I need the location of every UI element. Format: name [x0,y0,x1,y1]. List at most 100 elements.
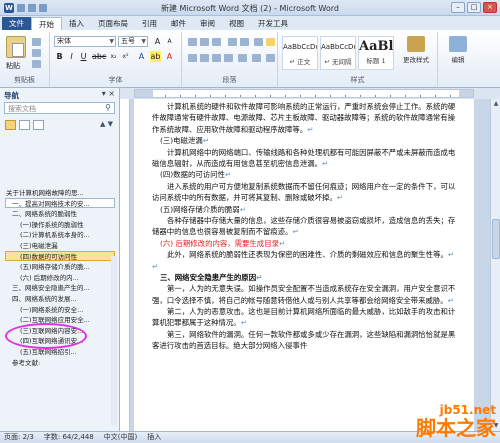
doc-paragraph[interactable]: 进入系统的用户可方便地复制系统数据而不留任何痕迹；网络用户在一定的条件下，可以访… [152,181,460,204]
doc-paragraph[interactable]: 此外，网络系统的脆弱性还表现为保密的困难性、介质的剩磁效应和信息的聚生性等。↵ [152,249,460,260]
change-styles-button[interactable]: 更改样式 [402,36,430,64]
nav-item[interactable]: 参考文献: [5,357,115,368]
doc-heading[interactable]: (四)数据的可访问性↵ [152,169,460,180]
scroll-up-icon[interactable]: ▲ [492,100,500,108]
tab-file[interactable]: 文件 [2,17,31,30]
doc-paragraph[interactable]: 第二，人为的恶意攻击。这也是目前计算机网络所面临的最大威胁，比如敌手的攻击和计算… [152,306,460,329]
shading-icon[interactable] [252,54,261,62]
align-center-icon[interactable] [200,54,209,62]
tab-view[interactable]: 视图 [222,17,251,30]
italic-button[interactable]: I [66,51,77,62]
editing-group: 编辑 [438,32,478,86]
tab-mailings[interactable]: 邮件 [164,17,193,30]
font-label: 字体 [108,76,123,84]
nav-item-selected[interactable]: (四)数据的可访问性 [5,250,115,262]
numbering-icon[interactable] [200,38,209,46]
cut-icon[interactable] [32,38,41,46]
increase-indent-icon[interactable] [240,38,249,46]
tab-review[interactable]: 审阅 [193,17,222,30]
bullets-icon[interactable] [188,38,197,46]
tab-developer[interactable]: 开发工具 [251,17,295,30]
editing-button[interactable]: 编辑 [444,36,472,64]
nav-title: 导航 ▾ × [0,88,119,100]
sort-icon[interactable] [254,38,263,46]
document-scrollbar[interactable]: ▲ ▼ [490,99,500,431]
doc-heading-new[interactable]: (六) 后期修改的内容，需要生成目录↵ [152,238,460,249]
nav-item[interactable]: 三、网络安全隐患产生的... [5,282,115,293]
headings-view-icon[interactable] [5,120,16,130]
doc-paragraph[interactable]: 第三，网络软件的漏洞。任何一款软件都或多或少存在漏洞，这些缺陷和漏洞恰恰就是黑客… [152,329,460,352]
strikethrough-button[interactable]: abc [92,51,106,62]
align-left-icon[interactable] [188,54,197,62]
doc-paragraph[interactable]: 第一，人为的无意失误。如操作员安全配置不当造成系统存在安全漏洞，用户安全意识不强… [152,283,460,306]
doc-heading[interactable]: (三)电磁泄漏↵ [152,135,460,146]
nav-item[interactable]: 四、网络系统的发展... [5,293,115,304]
nav-item[interactable]: (三)电磁泄漏 [5,240,115,251]
nav-item[interactable]: (二)计算机系统本身的... [5,229,115,240]
pages-view-icon[interactable] [19,120,30,130]
line-spacing-icon[interactable] [238,54,247,62]
nav-item[interactable]: 二、网络系统的脆弱性 [5,208,115,219]
doc-paragraph[interactable]: 计算机网络中的网络端口、传输线路和各种处理机都有可能因屏蔽不严或未屏蔽而造成电磁… [152,147,460,170]
copy-icon[interactable] [32,49,41,57]
nav-item[interactable]: 一、提高对网络技术的安... [5,197,115,209]
style-normal[interactable]: AaBbCcDd ↵ 正文 [282,36,318,70]
tab-home[interactable]: 开始 [31,17,62,30]
doc-paragraph[interactable]: 各种存储器中存储大量的信息，这些存储介质很容易被盗窃或损坏，造成信息的丢失；存储… [152,215,460,238]
tab-references[interactable]: 引用 [135,17,164,30]
subscript-button[interactable]: x₂ [108,51,119,62]
insert-mode[interactable]: 插入 [147,432,161,443]
grow-font-icon[interactable]: A [152,36,163,47]
close-button[interactable]: × [483,2,497,13]
horizontal-ruler[interactable] [134,89,474,98]
document-page[interactable]: 计算机系统的硬件和软件故障可影响系统的正常运行，严重时系统会停止工作。系统的硬件… [134,99,474,431]
nav-search-input[interactable]: 搜索文档 ⚲ [4,102,115,114]
minimize-button[interactable]: – [451,2,465,13]
doc-heading[interactable]: (五)网络存储介质的脆弱↵ [152,204,460,215]
shrink-font-icon[interactable]: A [164,36,175,47]
page-count[interactable]: 页面: 2/3 [4,432,34,443]
clipboard-group: 粘贴 剪贴板 [0,32,50,86]
nav-item[interactable]: (六) 后期修改的内... [5,272,115,283]
font-size-select[interactable]: 五号 ▼ [118,36,148,47]
word-count[interactable]: 字数: 64/2,448 [44,432,94,443]
show-marks-icon[interactable] [266,38,275,46]
language-indicator[interactable]: 中文(中国) [104,432,137,443]
doc-heading[interactable]: 三、网络安全隐患产生的原因↵ [152,272,460,283]
ribbon-tabs: 文件 开始 插入 页面布局 引用 邮件 审阅 视图 开发工具 [0,16,500,30]
text-effects-icon[interactable]: A [136,51,147,62]
multilevel-list-icon[interactable] [212,38,221,46]
align-right-icon[interactable] [212,54,221,62]
highlight-icon[interactable]: ab [150,51,161,62]
tab-page-layout[interactable]: 页面布局 [91,17,135,30]
tab-insert[interactable]: 插入 [62,17,91,30]
paste-icon[interactable] [6,36,26,58]
justify-icon[interactable] [224,54,233,62]
style-heading-1[interactable]: AaBl 标题 1 [358,36,394,70]
nav-item[interactable]: (一)操作系统的脆弱性 [5,219,115,230]
nav-scrollbar[interactable] [111,256,117,426]
format-painter-icon[interactable] [32,60,41,68]
paragraph-label: 段落 [222,76,237,84]
bold-button[interactable]: B [54,51,65,62]
style-no-spacing[interactable]: AaBbCcDd ↵ 无间隔 [320,36,356,70]
doc-paragraph[interactable]: 计算机系统的硬件和软件故障可影响系统的正常运行，严重时系统会停止工作。系统的硬件… [152,101,460,135]
superscript-button[interactable]: x² [120,51,131,62]
decrease-indent-icon[interactable] [228,38,237,46]
results-view-icon[interactable] [33,120,44,130]
underline-button[interactable]: U [78,51,89,62]
font-color-icon[interactable]: A [164,51,175,62]
ribbon: 粘贴 剪贴板 宋体 ▼ 五号 ▼ A A B I U abc x₂ x² A ab … [0,30,500,88]
search-icon[interactable]: ⚲ [105,103,111,112]
nav-item[interactable]: 关于计算机网络故障的思... [5,187,115,198]
maximize-button[interactable]: □ [467,2,481,13]
font-name-select[interactable]: 宋体 ▼ [54,36,116,47]
paste-button[interactable]: 粘贴 [6,61,20,71]
nav-arrows-icon[interactable]: ▲ ▼ [100,120,113,128]
doc-blank-line[interactable]: ↵ [152,261,460,272]
nav-close-icon[interactable]: ▾ × [102,89,115,98]
nav-item[interactable]: (五)网络存储介质的脆... [5,261,115,272]
scroll-thumb[interactable] [492,219,500,259]
nav-item[interactable]: (一)网络系统的安全... [5,304,115,315]
borders-icon[interactable] [266,54,275,62]
